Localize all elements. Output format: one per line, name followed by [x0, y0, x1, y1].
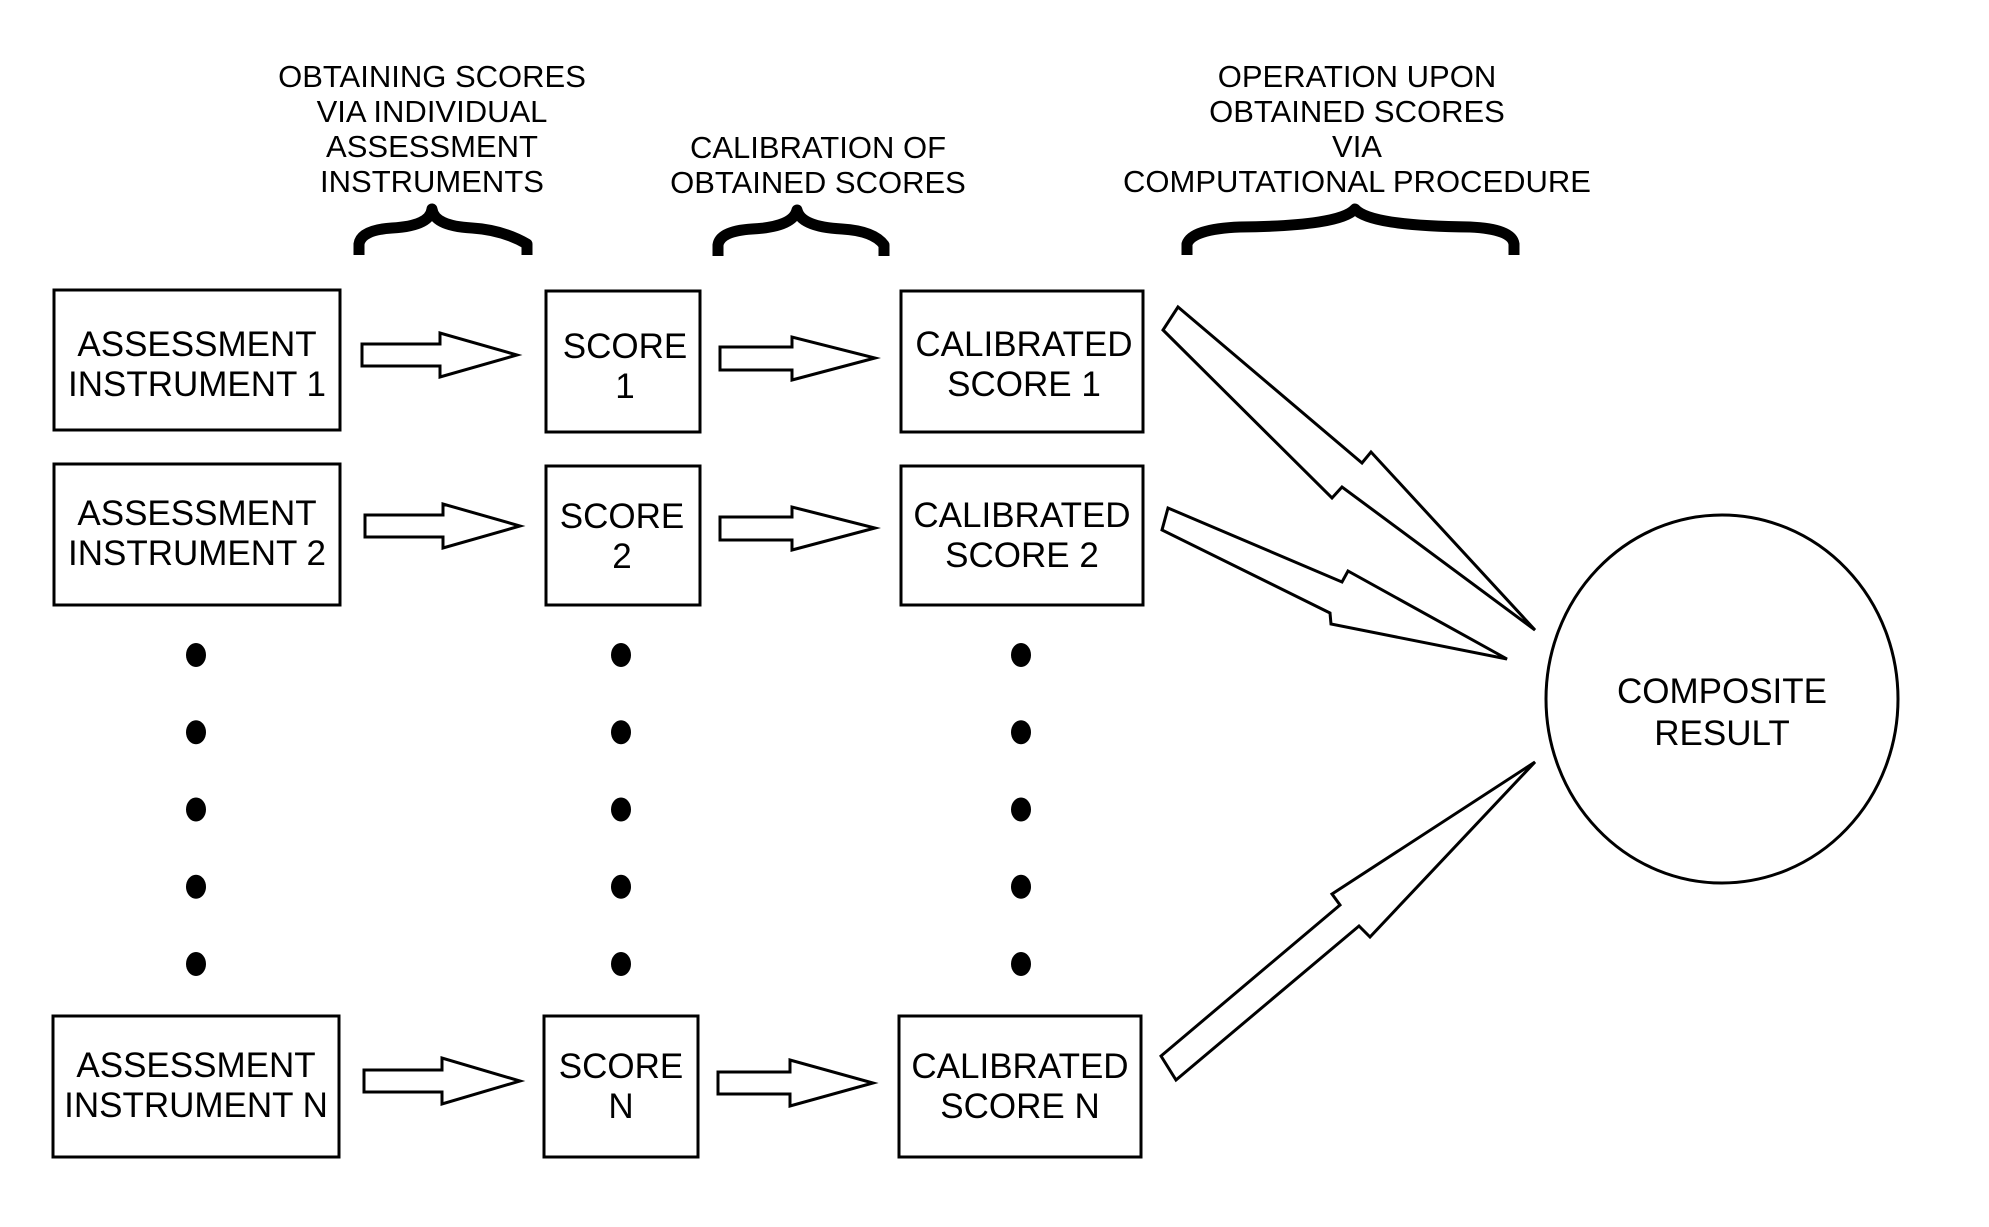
- ellipsis-dot: [186, 797, 206, 822]
- ellipsis-dot: [611, 874, 631, 899]
- ellipsis-dot: [186, 643, 206, 667]
- box-label: SCORE: [560, 497, 684, 536]
- box-label: ASSESSMENT: [77, 325, 316, 364]
- arrow-right-icon: [718, 505, 881, 552]
- arrow-converge-icon: [1159, 760, 1537, 1083]
- ellipsis-dot: [1011, 643, 1031, 667]
- header-line: VIA INDIVIDUAL: [317, 94, 548, 129]
- ellipsis-dot: [1011, 797, 1031, 822]
- header-line: ASSESSMENT: [326, 129, 538, 164]
- header-line: OBTAINING SCORES: [278, 59, 586, 94]
- box-label: CALIBRATED: [911, 1047, 1128, 1086]
- ellipsis-dot: [611, 952, 631, 976]
- ellipsis-dot: [186, 874, 206, 899]
- box-label: CALIBRATED: [913, 496, 1130, 535]
- ellipsis-dot: [1011, 874, 1031, 899]
- box-label: SCORE 1: [947, 365, 1101, 404]
- box-label: CALIBRATED: [915, 325, 1132, 364]
- brace-obtaining: [353, 203, 533, 255]
- header-line: INSTRUMENTS: [320, 164, 544, 199]
- composite-result: COMPOSITE RESULT: [1544, 513, 1900, 885]
- ellipsis-dot: [611, 643, 631, 667]
- brace-calibration: [712, 204, 890, 256]
- header-line: OBTAINED SCORES: [1209, 94, 1505, 129]
- flow-diagram: OBTAINING SCORES VIA INDIVIDUAL ASSESSME…: [51, 59, 1900, 1159]
- header-line: OPERATION UPON: [1218, 59, 1496, 94]
- box-label: INSTRUMENT 1: [68, 365, 326, 404]
- arrow-right-icon: [360, 331, 523, 379]
- ellipsis-dot: [186, 720, 206, 745]
- box-label: 2: [612, 537, 631, 576]
- box-label: N: [608, 1087, 633, 1126]
- box-label: SCORE: [563, 327, 687, 366]
- box-label: INSTRUMENT 2: [68, 534, 326, 573]
- header-line: COMPUTATIONAL PROCEDURE: [1123, 164, 1591, 199]
- arrow-right-icon: [362, 1055, 526, 1107]
- ellipsis-dot: [611, 797, 631, 822]
- arrow-right-icon: [363, 502, 526, 550]
- arrow-right-icon: [718, 335, 881, 382]
- box-label: ASSESSMENT: [76, 1046, 315, 1085]
- box-label: SCORE N: [940, 1087, 1099, 1126]
- header-line: OBTAINED SCORES: [670, 165, 966, 200]
- header-line: CALIBRATION OF: [690, 130, 946, 165]
- box-label: INSTRUMENT N: [64, 1086, 328, 1125]
- arrow-converge-icon: [1160, 505, 1508, 661]
- ellipsis-dot: [1011, 720, 1031, 745]
- brace-operation: [1181, 203, 1520, 255]
- box-label: ASSESSMENT: [77, 494, 316, 533]
- box-label: SCORE 2: [945, 536, 1099, 575]
- row-n: ASSESSMENT INSTRUMENT N SCORE N CALIBRAT…: [51, 1014, 1143, 1159]
- result-label: COMPOSITE: [1617, 672, 1827, 711]
- header-line: VIA: [1332, 129, 1382, 164]
- header-operation: OPERATION UPON OBTAINED SCORES VIA COMPU…: [1123, 59, 1591, 199]
- ellipsis-dots: [186, 643, 1031, 976]
- box-label: SCORE: [559, 1047, 683, 1086]
- row-2: ASSESSMENT INSTRUMENT 2 SCORE 2 CALIBRAT…: [52, 462, 1145, 607]
- row-1: ASSESSMENT INSTRUMENT 1 SCORE 1 CALIBRAT…: [52, 288, 1145, 434]
- header-obtaining-scores: OBTAINING SCORES VIA INDIVIDUAL ASSESSME…: [278, 59, 586, 199]
- header-calibration: CALIBRATION OF OBTAINED SCORES: [670, 130, 966, 200]
- ellipsis-dot: [611, 720, 631, 745]
- box-label: 1: [615, 367, 634, 406]
- result-label: RESULT: [1654, 714, 1790, 753]
- ellipsis-dot: [1011, 952, 1031, 976]
- arrow-right-icon: [716, 1058, 879, 1108]
- ellipsis-dot: [186, 952, 206, 976]
